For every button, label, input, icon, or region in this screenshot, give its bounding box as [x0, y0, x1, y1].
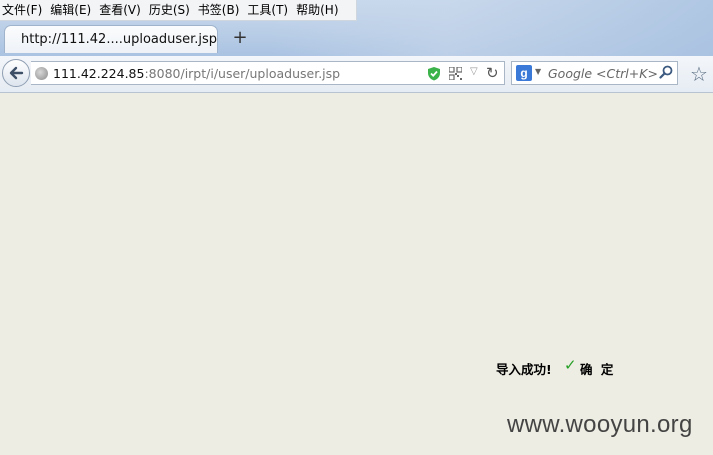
reload-icon[interactable]: ↻ [486, 64, 499, 82]
watermark: www.wooyun.org [507, 411, 693, 438]
bookmark-star-icon[interactable]: ☆ [690, 62, 708, 86]
page-content: 导入成功! ✓ 确 定 www.wooyun.org [0, 93, 713, 455]
menu-history[interactable]: 历史(S) [147, 0, 196, 20]
menu-tools[interactable]: 工具(T) [245, 0, 294, 20]
menu-bar: 文件(F) 编辑(E) 查看(V) 历史(S) 书签(B) 工具(T) 帮助(H… [0, 0, 357, 21]
menu-help[interactable]: 帮助(H) [294, 0, 344, 20]
menu-view[interactable]: 查看(V) [97, 0, 147, 20]
import-success-message: 导入成功! [496, 362, 552, 377]
url-path: :8080/irpt/i/user/uploaduser.jsp [144, 66, 341, 81]
new-tab-button[interactable]: + [230, 28, 250, 48]
url-text[interactable]: 111.42.224.85:8080/irpt/i/user/uploaduse… [53, 66, 340, 81]
confirm-button[interactable]: 确 定 [580, 359, 615, 378]
tab-active[interactable]: http://111.42....uploaduser.jsp [4, 25, 218, 53]
checkmark-icon[interactable]: ✓ [564, 356, 577, 374]
search-bar[interactable]: g ▼ Google <Ctrl+K> [511, 61, 678, 85]
menu-bookmarks[interactable]: 书签(B) [196, 0, 246, 20]
tab-title: http://111.42....uploaduser.jsp [21, 32, 218, 47]
browser-chrome: 文件(F) 编辑(E) 查看(V) 历史(S) 书签(B) 工具(T) 帮助(H… [0, 0, 713, 56]
url-host: 111.42.224.85 [53, 66, 145, 81]
google-icon[interactable]: g [516, 65, 532, 81]
navigation-bar: 111.42.224.85:8080/irpt/i/user/uploaduse… [0, 56, 713, 93]
back-arrow-icon [9, 66, 24, 80]
shield-icon[interactable] [427, 66, 441, 81]
search-input[interactable]: Google <Ctrl+K> [548, 66, 658, 81]
search-icon[interactable] [659, 65, 673, 79]
search-engine-dropdown-icon[interactable]: ▼ [535, 67, 541, 76]
globe-icon [35, 67, 48, 80]
address-bar[interactable]: 111.42.224.85:8080/irpt/i/user/uploaduse… [31, 61, 505, 85]
history-dropdown-icon[interactable]: ▽ [470, 66, 478, 77]
menu-edit[interactable]: 编辑(E) [48, 0, 97, 20]
menu-file[interactable]: 文件(F) [0, 0, 48, 20]
back-button[interactable] [2, 59, 30, 87]
qr-code-icon[interactable] [449, 67, 462, 80]
